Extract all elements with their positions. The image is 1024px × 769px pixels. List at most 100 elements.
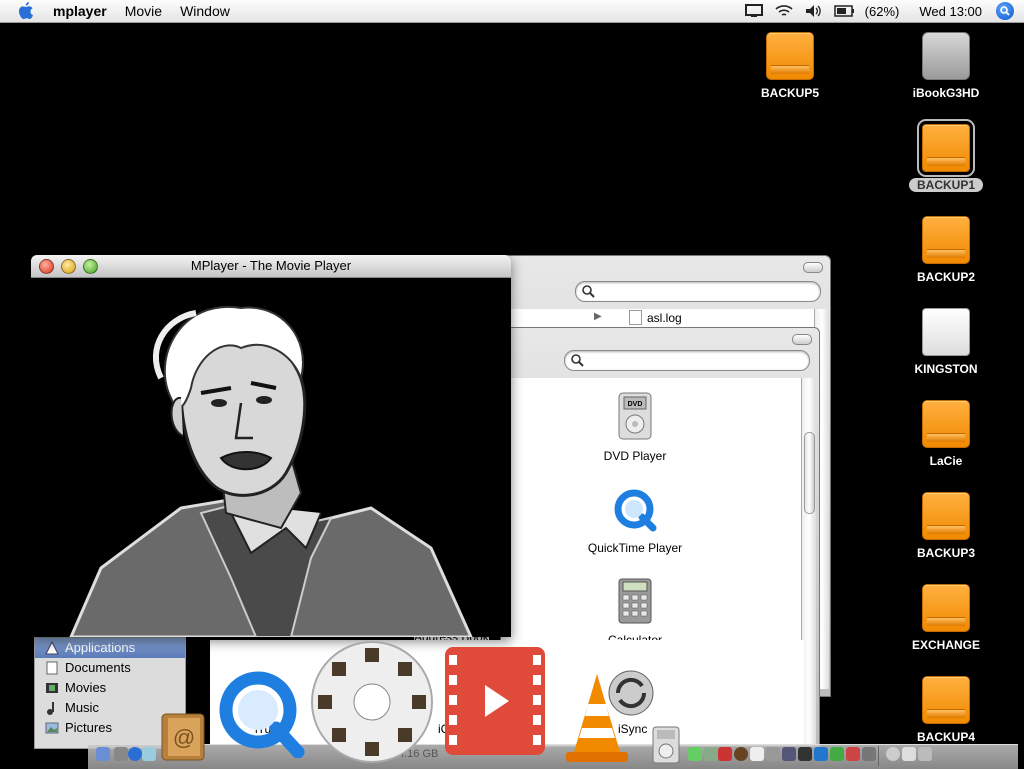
usb-drive-icon — [922, 308, 970, 356]
menubar-clock[interactable]: Wed 13:00 — [919, 4, 982, 19]
app-dock-icon[interactable] — [782, 747, 796, 761]
app-quicktime-player[interactable]: QuickTime Player — [570, 488, 700, 555]
zoom-button[interactable] — [83, 259, 98, 274]
app-label: DVD Player — [603, 449, 667, 463]
drive-exchange[interactable]: EXCHANGE — [901, 584, 991, 652]
calculator-icon — [570, 578, 700, 627]
toolbar-toggle-button[interactable] — [792, 334, 812, 345]
app-label: QuickTime Player — [587, 541, 683, 555]
firewire-drive-icon — [922, 584, 970, 632]
sidebar-item-label: Pictures — [65, 720, 112, 735]
app-dock-icon[interactable] — [846, 747, 860, 761]
battery-percent: (62%) — [864, 3, 900, 19]
sidebar-item-movies[interactable]: Movies — [35, 678, 185, 698]
toolbar-toggle-button[interactable] — [803, 262, 823, 273]
apple-menu-icon[interactable] — [16, 1, 36, 21]
svg-text:@: @ — [173, 725, 195, 750]
trash-dock-icon[interactable] — [918, 747, 932, 761]
isync-dock-icon[interactable] — [606, 668, 656, 721]
drive-ibookg3hd[interactable]: iBookG3HD — [901, 32, 991, 100]
firewire-drive-icon — [922, 216, 970, 264]
drive-backup3[interactable]: BACKUP3 — [901, 492, 991, 560]
document-icon — [45, 661, 59, 675]
window-title: MPlayer - The Movie Player — [190, 258, 352, 273]
movie-menu[interactable]: Movie — [116, 0, 171, 22]
menu-bar: mplayer Movie Window (62%) Wed 13:00 — [0, 0, 1024, 23]
search-icon — [582, 285, 595, 298]
firewire-drive-icon — [922, 400, 970, 448]
sidebar-item-label: Music — [65, 700, 99, 715]
drive-label: BACKUP3 — [916, 546, 975, 560]
dvd-player-icon: DVD — [570, 392, 700, 443]
search-input[interactable] — [564, 350, 810, 371]
mplayer-window[interactable]: MPlayer - The Movie Player — [31, 255, 511, 637]
app-dvd-player[interactable]: DVD DVD Player — [570, 392, 700, 463]
svg-text:DVD: DVD — [628, 401, 643, 408]
close-button[interactable] — [39, 259, 54, 274]
search-input[interactable] — [575, 281, 821, 302]
firewire-drive-icon — [922, 492, 970, 540]
video-frame[interactable] — [31, 278, 511, 637]
applications-icon — [45, 640, 59, 655]
window-menu[interactable]: Window — [171, 0, 239, 22]
drive-kingston[interactable]: KINGSTON — [901, 308, 991, 376]
ical-dock-icon[interactable] — [718, 747, 732, 761]
drive-label: BACKUP4 — [916, 730, 975, 744]
minimized-window-dock-icon[interactable] — [902, 747, 916, 761]
disclosure-arrow-icon[interactable]: ▶ — [594, 311, 602, 322]
utility-dock-icon[interactable] — [704, 747, 718, 761]
scroll-thumb[interactable] — [804, 432, 815, 514]
drive-label: BACKUP2 — [916, 270, 975, 284]
drive-label: LaCie — [929, 454, 963, 468]
drive-backup2[interactable]: BACKUP2 — [901, 216, 991, 284]
drive-backup4[interactable]: BACKUP4 — [901, 676, 991, 744]
display-icon[interactable] — [744, 3, 764, 19]
battery-icon[interactable] — [833, 3, 854, 19]
quicktime-icon — [570, 488, 700, 535]
app-dock-icon[interactable] — [814, 747, 828, 761]
finder-dock-icon[interactable] — [96, 747, 110, 761]
address-book-dock-icon[interactable]: @ — [160, 712, 206, 765]
dvd-player-dock-icon[interactable] — [652, 726, 680, 767]
drive-backup1[interactable]: BACKUP1 — [901, 119, 991, 192]
drive-label: EXCHANGE — [911, 638, 980, 652]
drive-label: BACKUP1 — [908, 178, 983, 192]
app-menu[interactable]: mplayer — [44, 0, 116, 22]
sidebar-item-label: Movies — [65, 680, 107, 695]
minimized-window-dock-icon[interactable] — [886, 747, 900, 761]
dvd-reel-dock-icon[interactable] — [310, 640, 435, 768]
app-dock-icon[interactable] — [766, 747, 780, 761]
app-calculator[interactable]: Calculator — [570, 578, 700, 647]
spotlight-icon[interactable] — [996, 2, 1014, 20]
minimize-button[interactable] — [61, 259, 76, 274]
safari-dock-icon[interactable] — [128, 747, 142, 761]
drive-lacie[interactable]: LaCie — [901, 400, 991, 468]
firewire-drive-icon — [766, 32, 814, 80]
itunes-small-dock-icon[interactable] — [688, 747, 702, 761]
wifi-icon[interactable] — [774, 3, 794, 19]
file-name[interactable]: asl.log — [647, 311, 682, 325]
volume-icon[interactable] — [804, 3, 824, 19]
firewire-drive-icon — [922, 676, 970, 724]
firewire-drive-icon — [917, 119, 975, 177]
file-icon — [629, 310, 642, 325]
terminal-dock-icon[interactable] — [798, 747, 812, 761]
search-icon — [571, 354, 584, 367]
preview-dock-icon[interactable] — [750, 747, 764, 761]
ichat-dock-icon[interactable] — [142, 747, 156, 761]
drive-label: iBookG3HD — [912, 86, 980, 100]
app-dock-icon[interactable] — [830, 747, 844, 761]
picture-icon — [45, 721, 59, 735]
system-prefs-dock-icon[interactable] — [114, 747, 128, 761]
music-note-icon — [45, 701, 59, 715]
mplayer-title-bar[interactable]: MPlayer - The Movie Player — [31, 255, 511, 278]
quicktime-dock-icon[interactable] — [216, 668, 306, 761]
sidebar-item-documents[interactable]: Documents — [35, 658, 185, 678]
hard-disk-icon — [922, 32, 970, 80]
drive-backup5[interactable]: BACKUP5 — [745, 32, 835, 100]
app-dock-icon[interactable] — [862, 747, 876, 761]
video-player-dock-icon[interactable] — [443, 645, 547, 760]
sidebar-item-applications[interactable]: Applications — [35, 638, 185, 658]
sidebar-item-label: Documents — [65, 660, 131, 675]
dvd-reel-small-dock-icon[interactable] — [734, 747, 748, 761]
